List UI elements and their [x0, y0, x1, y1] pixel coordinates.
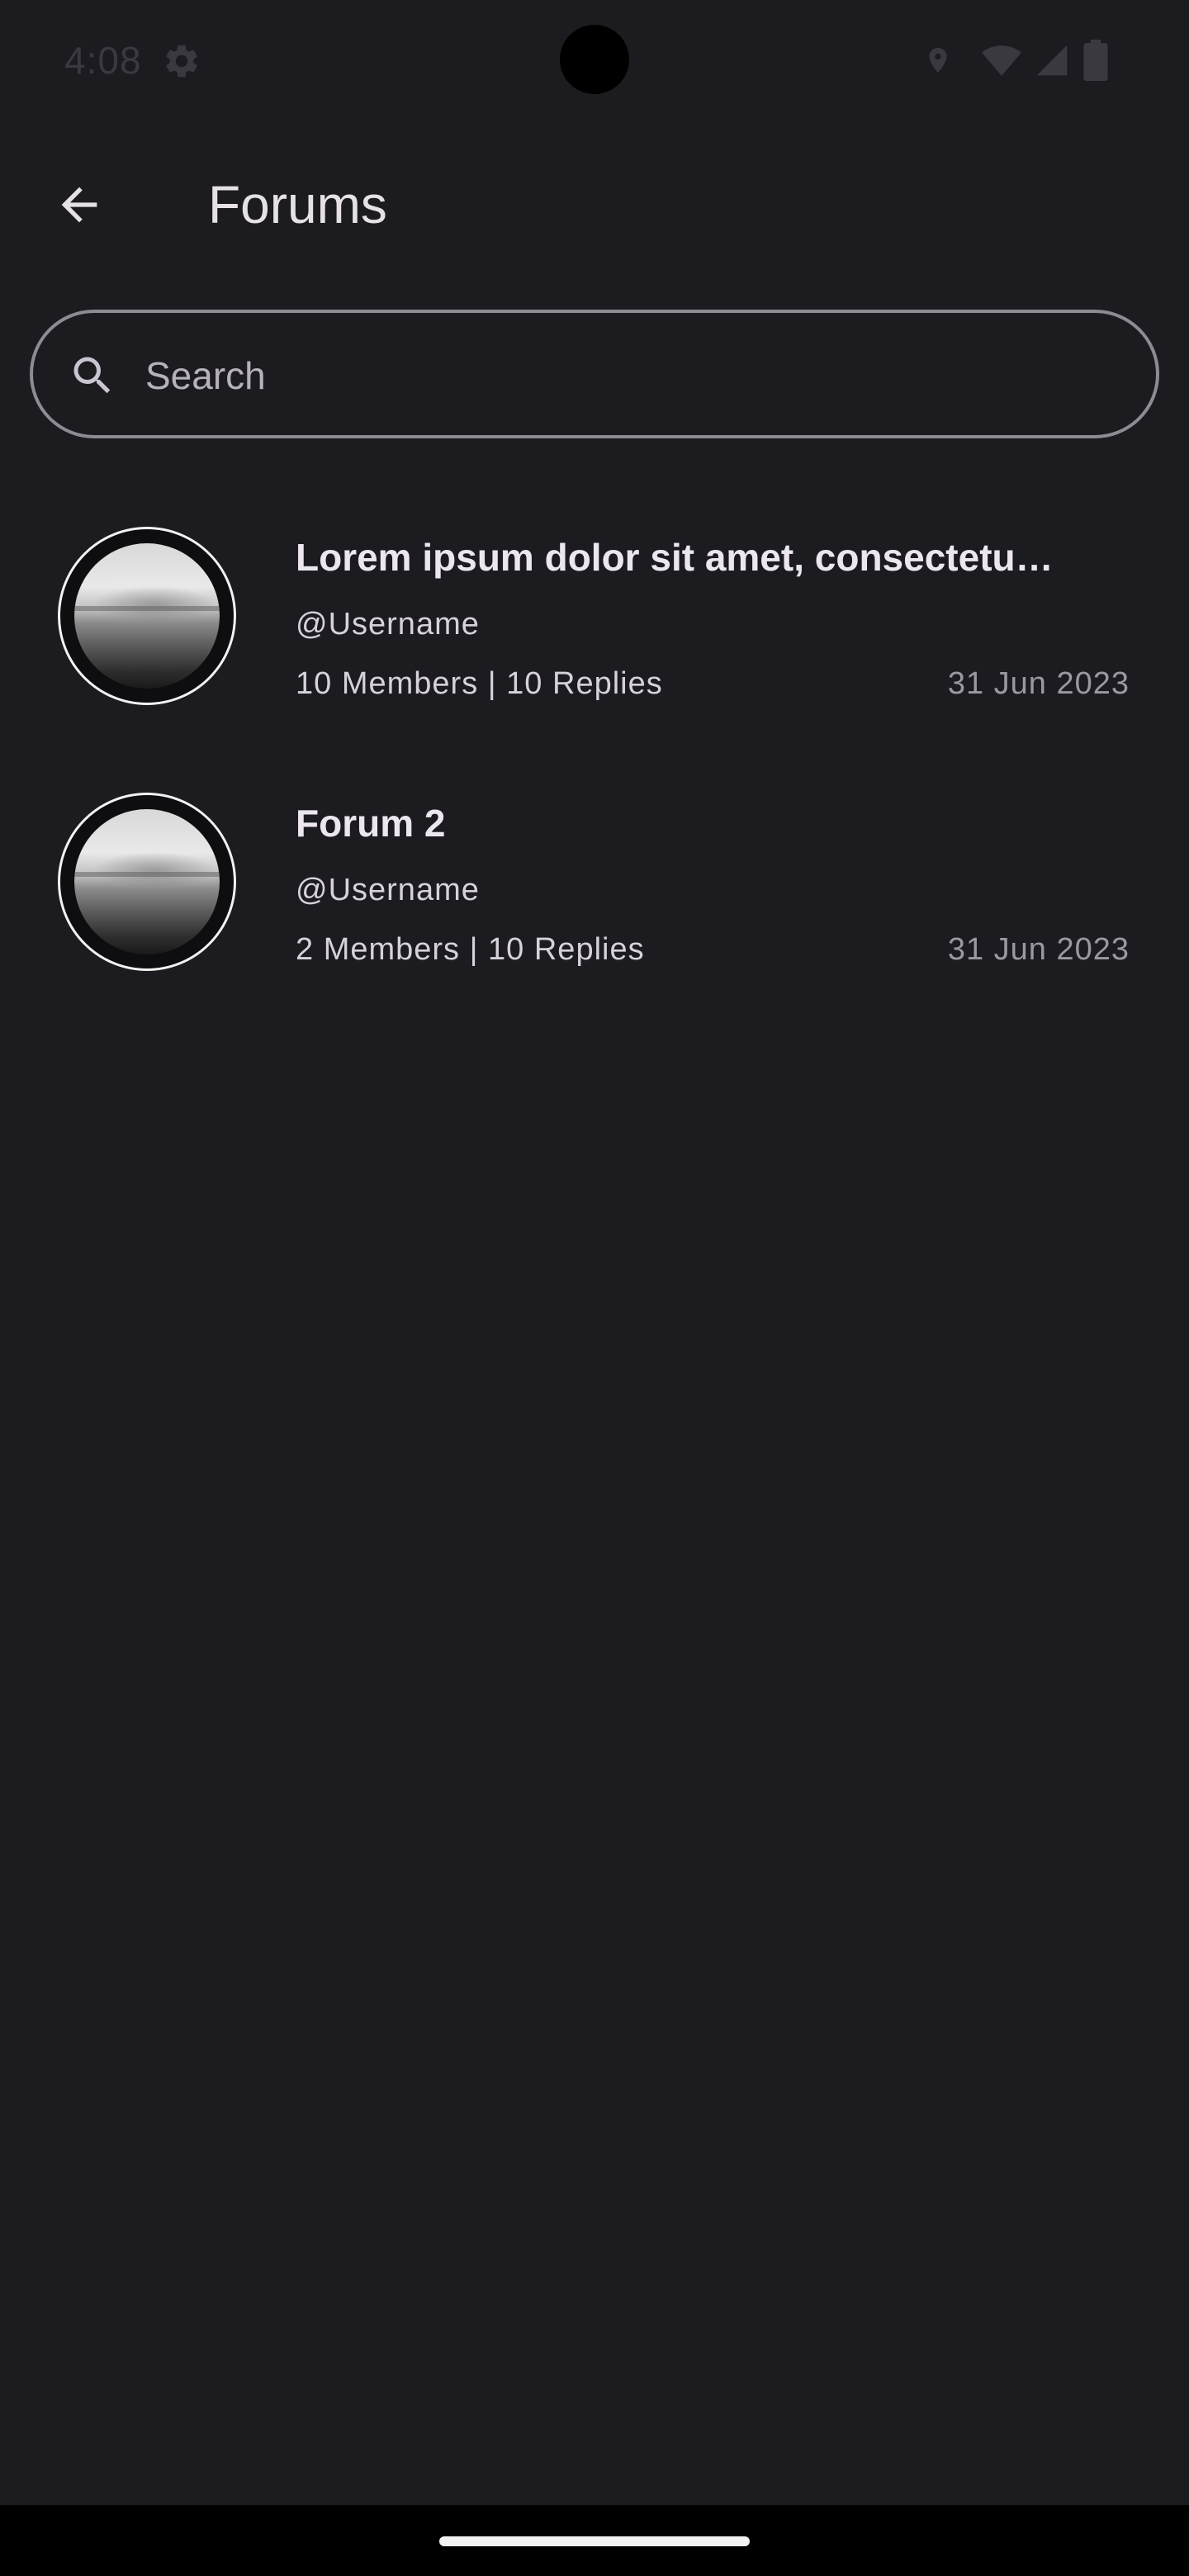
forum-date: 31 Jun 2023 [947, 666, 1130, 701]
forum-avatar [58, 527, 236, 705]
seascape-photo [74, 809, 220, 954]
arrow-back-icon [61, 187, 97, 223]
search-icon[interactable] [68, 351, 117, 400]
wifi-icon [982, 45, 1021, 76]
forum-list: Lorem ipsum dolor sit amet, consectetu… … [0, 495, 1189, 1027]
top-app-bar: Forums [0, 149, 1189, 256]
forum-date: 31 Jun 2023 [947, 932, 1130, 967]
seascape-photo [74, 543, 220, 689]
search-bar[interactable] [30, 310, 1159, 438]
forum-username: @Username [296, 873, 480, 907]
forum-title: Forum 2 [296, 802, 446, 845]
back-button[interactable] [45, 170, 114, 239]
page-title: Forums [208, 175, 387, 234]
forum-title: Lorem ipsum dolor sit amet, consectetu… [296, 536, 1054, 579]
location-icon [929, 48, 947, 73]
cellular-icon [1036, 45, 1068, 76]
status-bar: 4:08 [0, 0, 1189, 119]
forum-list-item[interactable]: Forum 2 @Username 2 Members | 10 Replies… [0, 761, 1189, 1027]
forum-stats: 2 Members | 10 Replies [296, 932, 645, 967]
forum-username: @Username [296, 607, 480, 642]
camera-cutout [560, 25, 629, 94]
forum-list-item[interactable]: Lorem ipsum dolor sit amet, consectetu… … [0, 495, 1189, 761]
forum-stats: 10 Members | 10 Replies [296, 666, 663, 701]
system-navigation-bar [0, 2505, 1189, 2576]
battery-icon [1083, 40, 1108, 81]
gesture-handle[interactable] [439, 2536, 750, 2546]
forum-avatar [58, 793, 236, 971]
status-time: 4:08 [64, 39, 142, 82]
settings-icon [166, 45, 197, 78]
search-input[interactable] [144, 338, 1121, 414]
